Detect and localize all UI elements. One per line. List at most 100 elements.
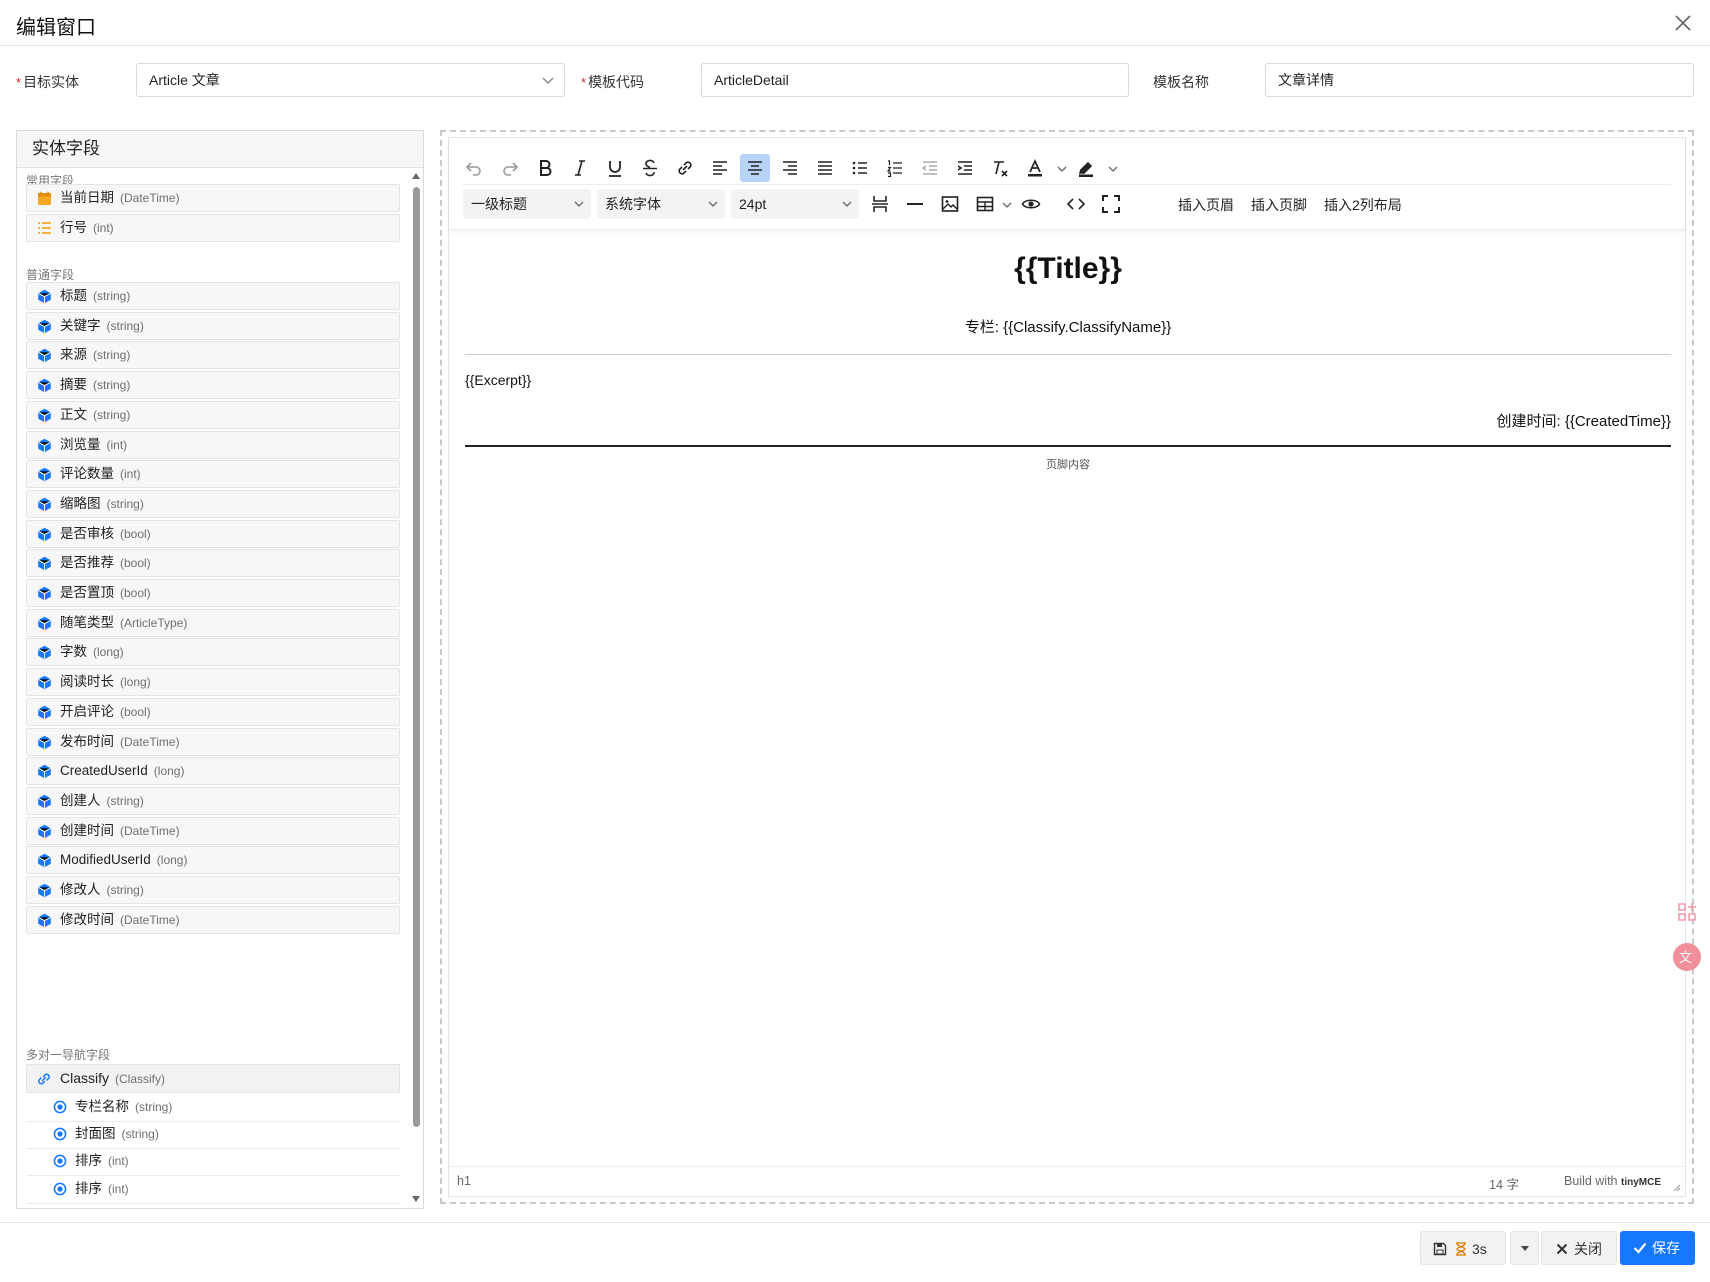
bullet-list-button[interactable] <box>845 154 875 182</box>
field-item[interactable]: 标题 (string) <box>26 282 400 310</box>
insert-header-button[interactable]: 插入页眉 <box>1178 195 1234 215</box>
apps-icon[interactable] <box>1676 901 1698 923</box>
svg-text:文: 文 <box>1679 951 1692 966</box>
scrollbar-thumb[interactable] <box>413 187 420 1127</box>
page-break-button[interactable] <box>865 190 895 218</box>
preview-button[interactable] <box>1016 190 1046 218</box>
align-left-button[interactable] <box>705 154 735 182</box>
insert-footer-button[interactable]: 插入页脚 <box>1251 195 1307 215</box>
insert-2col-layout-button[interactable]: 插入2列布局 <box>1324 195 1402 215</box>
indent-button[interactable] <box>950 154 980 182</box>
content-classify: 专栏: {{Classify.ClassifyName}} <box>964 319 1172 336</box>
font-size-select[interactable]: 24pt <box>731 189 859 219</box>
autosave-button[interactable]: 3s <box>1420 1231 1506 1265</box>
image-button[interactable] <box>935 190 965 218</box>
field-item[interactable]: 修改时间 (DateTime) <box>26 905 400 934</box>
field-item[interactable]: 修改人 (string) <box>26 876 400 904</box>
entity-select[interactable]: Article 文章 <box>136 63 565 97</box>
numbered-list-button[interactable] <box>880 154 910 182</box>
panel-title: 实体字段 <box>17 131 423 168</box>
fullscreen-button[interactable] <box>1096 190 1126 218</box>
horizontal-line-button[interactable] <box>900 190 930 218</box>
field-item[interactable]: 正文 (string) <box>26 400 400 429</box>
scroll-up-icon[interactable] <box>412 173 420 179</box>
field-item[interactable]: ModifiedUserId (long) <box>26 846 400 875</box>
template-code-input[interactable]: ArticleDetail <box>701 63 1129 97</box>
chevron-down-icon[interactable] <box>1107 164 1119 174</box>
cube-icon <box>38 557 51 571</box>
resize-handle-icon[interactable] <box>1671 1182 1681 1192</box>
align-left-icon <box>713 161 727 175</box>
field-item[interactable]: 阅读时长 (long) <box>26 668 400 697</box>
field-item[interactable]: 浏览量 (int) <box>26 430 400 459</box>
translate-icon[interactable]: 文 <box>1673 943 1701 971</box>
close-button[interactable]: 关闭 <box>1541 1231 1617 1265</box>
nav-sub-field-item[interactable]: 排序 (int) <box>26 1147 400 1177</box>
bold-button[interactable] <box>530 154 560 182</box>
common-field-item[interactable]: 当前日期 (DateTime) <box>26 184 400 212</box>
field-list[interactable]: 常用字段 当前日期 (DateTime) 行号 (int) 普通字段 标题 (strin… <box>17 168 423 1208</box>
link-button[interactable] <box>670 154 700 182</box>
close-icon[interactable] <box>1672 12 1694 34</box>
outdent-button[interactable] <box>915 154 945 182</box>
field-item[interactable]: 来源 (string) <box>26 341 400 370</box>
field-item[interactable]: 是否推荐 (bool) <box>26 549 400 578</box>
nav-sub-field-item[interactable]: 专栏名称 (string) <box>26 1093 400 1122</box>
toolbar-divider <box>463 184 1671 185</box>
field-item[interactable]: 字数 (long) <box>26 638 400 667</box>
cube-icon <box>38 586 51 601</box>
editor-statusbar: h1 14 字 Build with tinyMCE <box>449 1166 1685 1196</box>
scroll-down-icon[interactable] <box>412 1196 420 1202</box>
table-button[interactable] <box>970 190 1000 218</box>
field-item[interactable]: 创建人 (string) <box>26 786 400 815</box>
redo-button[interactable] <box>495 154 525 182</box>
block-format-select[interactable]: 一级标题 <box>463 189 591 219</box>
align-right-button[interactable] <box>775 154 805 182</box>
underline-button[interactable] <box>600 154 630 182</box>
name-label: 模板名称 <box>1153 74 1209 90</box>
nav-field-classify[interactable]: Classify (Classify) <box>26 1064 400 1093</box>
undo-button[interactable] <box>459 154 489 182</box>
autosave-dropdown-button[interactable] <box>1510 1231 1539 1265</box>
field-item[interactable]: CreatedUserId (long) <box>26 757 400 786</box>
element-path[interactable]: h1 <box>457 1174 471 1188</box>
nav-sub-field-item[interactable]: 排序 (int) <box>26 1175 400 1204</box>
text-color-button[interactable] <box>1020 154 1050 182</box>
nav-sub-field-item[interactable]: 封面图 (string) <box>26 1120 400 1150</box>
field-item[interactable]: 开启评论 (bool) <box>26 697 400 726</box>
field-item[interactable]: 创建时间 (DateTime) <box>26 816 400 845</box>
field-item[interactable]: 是否置顶 (bool) <box>26 579 400 607</box>
field-item[interactable]: 评论数量 (int) <box>26 460 400 489</box>
scrollbar[interactable] <box>411 173 421 1206</box>
nav-sub-field-item[interactable]: CreatedUserId(long) <box>26 1202 400 1209</box>
source-code-button[interactable] <box>1061 190 1091 218</box>
save-button[interactable]: 保存 <box>1620 1231 1695 1265</box>
field-item[interactable]: 缩略图 (string) <box>26 489 400 518</box>
field-item[interactable]: 随笔类型 (ArticleType) <box>26 608 400 637</box>
strikethrough-button[interactable] <box>635 154 665 182</box>
align-center-button[interactable] <box>740 154 770 182</box>
highlight-color-button[interactable] <box>1071 154 1101 182</box>
tinymce-brand[interactable]: Build with tinyMCE <box>1564 1174 1661 1188</box>
align-justify-button[interactable] <box>810 154 840 182</box>
word-count[interactable]: 14 字 <box>1489 1174 1519 1193</box>
field-item[interactable]: 是否审核 (bool) <box>26 519 400 548</box>
cube-icon <box>38 289 51 304</box>
editor-content[interactable]: {{Title}} 专栏: {{Classify.ClassifyName}} … <box>465 230 1671 1164</box>
text-color-icon <box>1028 158 1042 177</box>
field-item[interactable]: 发布时间 (DateTime) <box>26 727 400 756</box>
template-name-input[interactable]: 文章详情 <box>1265 63 1694 97</box>
field-item[interactable]: 关键字 (string) <box>26 311 400 340</box>
code-icon <box>1066 198 1086 210</box>
indent-icon <box>957 161 972 175</box>
bold-icon <box>540 160 552 176</box>
common-field-item[interactable]: 行号 (int) <box>26 213 400 242</box>
font-family-select[interactable]: 系统字体 <box>597 189 725 219</box>
field-item[interactable]: 摘要 (string) <box>26 371 400 400</box>
clear-format-button[interactable] <box>985 154 1015 182</box>
rich-text-editor: 一级标题 系统字体 24pt 插入页眉 插入页脚 插入2列布局 {{Title}… <box>448 137 1686 1197</box>
cube-icon <box>38 319 51 333</box>
italic-button[interactable] <box>565 154 595 182</box>
chevron-down-icon[interactable] <box>1001 200 1013 210</box>
chevron-down-icon[interactable] <box>1056 164 1068 174</box>
